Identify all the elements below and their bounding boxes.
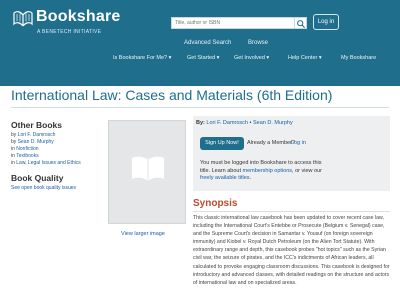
sidebar-row: in Textbooks bbox=[11, 153, 39, 159]
bookshare-logo[interactable]: Bookshare A BENETECH INITIATIVE bbox=[13, 8, 133, 39]
login-required-note: You must be logged into Bookshare to acc… bbox=[200, 160, 323, 181]
logo-text: Bookshare bbox=[36, 8, 121, 25]
sidebar-link-author-2[interactable]: Sean D. Murphy bbox=[18, 139, 54, 145]
logo-subtitle: A BENETECH INITIATIVE bbox=[37, 29, 102, 35]
search-button[interactable] bbox=[295, 17, 307, 29]
freely-available-titles-link[interactable]: freely available titles bbox=[200, 175, 250, 181]
advanced-search-link[interactable]: Advanced Search bbox=[184, 40, 231, 46]
sidebar-row: in Nonfiction bbox=[11, 146, 39, 152]
main-nav: Is Bookshare For Me? ▾ Get Started ▾ Get… bbox=[0, 55, 400, 67]
nav-get-involved[interactable]: Get Involved ▾ bbox=[234, 55, 269, 61]
sign-up-button[interactable]: Sign Up Now! bbox=[200, 137, 244, 150]
nav-help-center[interactable]: Help Center ▾ bbox=[288, 55, 322, 61]
sidebar-row: by Lori F. Damrosch bbox=[11, 132, 56, 138]
login-button[interactable]: Log in bbox=[313, 14, 339, 30]
sidebar-link-textbooks[interactable]: Textbooks bbox=[16, 153, 39, 159]
sidebar-link-nonfiction[interactable]: Nonfiction bbox=[16, 146, 38, 152]
browse-link[interactable]: Browse bbox=[248, 40, 268, 46]
synopsis-heading: Synopsis bbox=[193, 198, 238, 209]
quality-issues-link[interactable]: See open book quality issues bbox=[11, 185, 103, 191]
other-books-heading: Other Books bbox=[11, 120, 63, 130]
search-input[interactable] bbox=[171, 17, 295, 29]
view-larger-image-link[interactable]: View larger image bbox=[121, 231, 165, 237]
open-book-logo-icon bbox=[13, 11, 33, 27]
sidebar-link-law[interactable]: Law, Legal Issues and Ethics bbox=[16, 160, 81, 166]
nav-is-bookshare-for-me[interactable]: Is Bookshare For Me? ▾ bbox=[113, 55, 171, 61]
book-icon bbox=[132, 156, 164, 181]
author-link-1[interactable]: Lori F. Damrosch bbox=[206, 120, 248, 126]
page-title: International Law: Cases and Materials (… bbox=[11, 87, 333, 103]
author-link-2[interactable]: Sean D. Murphy bbox=[253, 120, 293, 126]
sidebar-row: by Sean D. Murphy bbox=[11, 139, 54, 145]
title-divider bbox=[11, 107, 389, 108]
sidebar-link-author-1[interactable]: Lori F. Damrosch bbox=[18, 132, 56, 138]
membership-options-link[interactable]: membership options bbox=[243, 168, 293, 174]
nav-get-started[interactable]: Get Started ▾ bbox=[187, 55, 219, 61]
book-quality-heading: Book Quality bbox=[11, 173, 64, 183]
synopsis-text: This classic international law casebook … bbox=[193, 215, 390, 286]
author-byline: By: Lori F. Damrosch • Sean D. Murphy bbox=[196, 120, 293, 126]
already-member-text: Already a Member? bbox=[247, 140, 295, 146]
sidebar-row: in Law, Legal Issues and Ethics bbox=[11, 160, 81, 166]
synopsis-divider bbox=[193, 211, 390, 212]
search-icon bbox=[297, 20, 305, 28]
nav-my-bookshare[interactable]: My Bookshare bbox=[341, 55, 376, 61]
sidebar: Other Books by Lori F. Damrosch by Sean … bbox=[11, 120, 103, 191]
member-login-link[interactable]: Log in bbox=[291, 140, 306, 146]
book-cover-placeholder[interactable] bbox=[108, 120, 186, 224]
